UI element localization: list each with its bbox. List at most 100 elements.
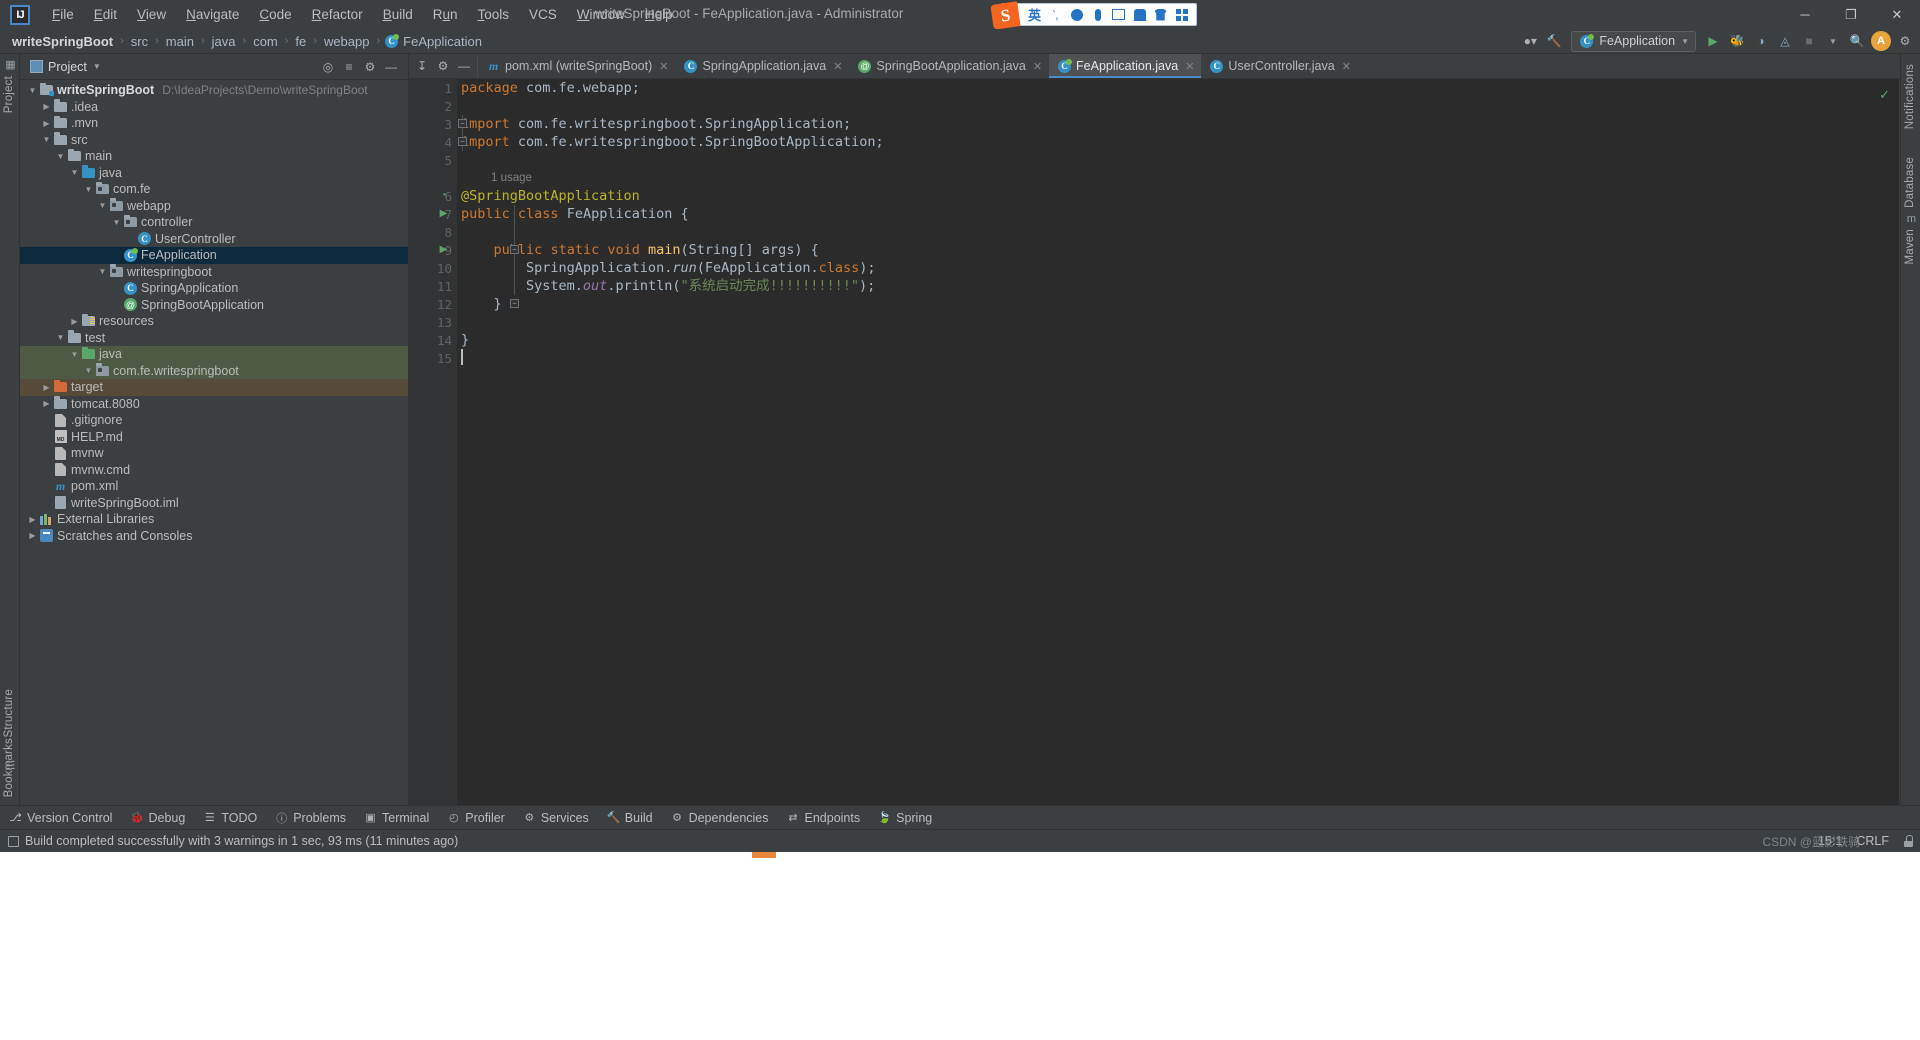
tree-node-mvnw[interactable]: mvnw (20, 445, 408, 462)
breadcrumb-item-feapplication[interactable]: FeApplication (401, 32, 484, 51)
sogou-ime-toolbar[interactable]: S 英 ‵, (990, 1, 1197, 30)
settings-gear-icon[interactable]: ⚙ (1894, 30, 1916, 52)
tree-node-webapp[interactable]: ▼ webapp (20, 198, 408, 215)
tree-node-test[interactable]: ▼ test (20, 330, 408, 347)
editor-tab-springbootapplication-java[interactable]: @ SpringBootApplication.java ✕ (849, 54, 1049, 78)
project-tool-icon[interactable]: ▦ (4, 58, 17, 71)
maximize-button[interactable]: ❐ (1828, 0, 1874, 29)
code-line-1[interactable]: package com.fe.webapp; (461, 79, 640, 97)
ime-voice-input-icon[interactable] (1088, 5, 1107, 24)
menu-tools[interactable]: Tools (468, 3, 520, 26)
bottom-tool-spring[interactable]: 🍃 Spring (869, 806, 941, 830)
code-line-3[interactable]: import com.fe.writespringboot.SpringAppl… (461, 115, 851, 133)
run-configuration-selector[interactable]: C FeApplication ▼ (1571, 30, 1696, 52)
tree-node-main[interactable]: ▼ main (20, 148, 408, 165)
menu-build[interactable]: Build (373, 3, 423, 26)
ime-soft-keyboard-icon[interactable] (1109, 5, 1128, 24)
bottom-tool-build[interactable]: 🔨 Build (598, 806, 662, 830)
code-fold-toggle[interactable]: − (458, 137, 467, 146)
bottom-tool-services[interactable]: ⚙ Services (514, 806, 598, 830)
chevron-right-icon[interactable]: ▶ (40, 399, 53, 408)
tree-node-mvnw-cmd[interactable]: mvnw.cmd (20, 462, 408, 479)
lock-icon[interactable] (1903, 835, 1914, 847)
code-fold-toggle[interactable]: − (510, 245, 519, 254)
code-fold-toggle[interactable]: − (510, 299, 519, 308)
chevron-down-icon[interactable]: ▼ (40, 135, 53, 144)
code-line-6[interactable]: @SpringBootApplication (461, 187, 640, 205)
menu-refactor[interactable]: Refactor (302, 3, 373, 26)
tree-node-tomcat-8080[interactable]: ▶ tomcat.8080 (20, 396, 408, 413)
tool-strip-notifications[interactable]: Notifications (1904, 64, 1916, 129)
stop-button[interactable]: ■ (1798, 30, 1820, 52)
breadcrumb-item-fe[interactable]: fe (293, 32, 308, 51)
tree-node-src[interactable]: ▼ src (20, 132, 408, 149)
code-line-11[interactable]: System.out.println("系统启动完成!!!!!!!!!!"); (461, 277, 875, 295)
breadcrumb-item-writespringboot[interactable]: writeSpringBoot (10, 32, 115, 51)
chevron-down-icon[interactable]: ▼ (54, 333, 67, 342)
code-fold-toggle[interactable]: − (458, 119, 467, 128)
tree-node-com-fe[interactable]: ▼ com.fe (20, 181, 408, 198)
ime-emoji-icon[interactable] (1067, 5, 1086, 24)
tree-node-usercontroller[interactable]: C UserController (20, 231, 408, 248)
close-button[interactable]: ✕ (1874, 0, 1920, 29)
chevron-down-icon[interactable]: ▼ (93, 62, 101, 71)
code-line-7[interactable]: public class FeApplication { (461, 205, 689, 223)
ime-punctuation-button[interactable]: ‵, (1046, 5, 1065, 24)
chevron-right-icon[interactable]: ▶ (40, 383, 53, 392)
hide-tabs-icon[interactable]: — (454, 56, 474, 76)
chevron-down-icon[interactable]: ▼ (82, 185, 95, 194)
menu-file[interactable]: File (42, 3, 84, 26)
bottom-tool-todo[interactable]: ☰ TODO (194, 806, 266, 830)
tool-strip-structure[interactable]: Structure (3, 689, 15, 737)
code-editor[interactable]: 1 usage package com.fe.webapp; import com.… (457, 79, 1900, 805)
chevron-right-icon[interactable]: ▶ (26, 531, 39, 540)
breadcrumb-item-com[interactable]: com (251, 32, 280, 51)
tool-strip-project[interactable]: Project (3, 76, 15, 113)
chevron-right-icon[interactable]: ▶ (68, 317, 81, 326)
tool-strip-database[interactable]: Database (1904, 157, 1916, 208)
tree-node--gitignore[interactable]: .gitignore (20, 412, 408, 429)
chevron-down-icon[interactable]: ▼ (1681, 37, 1689, 46)
select-opened-file-icon[interactable]: ◎ (319, 58, 337, 76)
project-tree[interactable]: ▼ writeSpringBoot D:\IdeaProjects\Demo\wri… (20, 80, 408, 544)
ime-mode-chinese-button[interactable]: 英 (1025, 5, 1044, 24)
menu-view[interactable]: View (127, 3, 176, 26)
sort-tabs-icon[interactable]: ↧ (412, 56, 432, 76)
tree-node-external-libraries[interactable]: ▶ External Libraries (20, 511, 408, 528)
tree-node-scratches-and-consoles[interactable]: ▶ Scratches and Consoles (20, 528, 408, 545)
tree-node-java[interactable]: ▼ java (20, 346, 408, 363)
bottom-tool-dependencies[interactable]: ⚙ Dependencies (662, 806, 778, 830)
ime-toolbox-icon[interactable] (1172, 5, 1191, 24)
tree-node-springapplication[interactable]: C SpringApplication (20, 280, 408, 297)
breadcrumb-item-src[interactable]: src (129, 32, 150, 51)
tree-node-target[interactable]: ▶ target (20, 379, 408, 396)
chevron-down-icon[interactable]: ▼ (82, 366, 95, 375)
chevron-down-icon[interactable]: ▼ (96, 201, 109, 210)
chevron-right-icon[interactable]: ▶ (40, 119, 53, 128)
editor-tab-springapplication-java[interactable]: C SpringApplication.java ✕ (675, 54, 849, 78)
tree-node-writespringboot[interactable]: ▼ writespringboot (20, 264, 408, 281)
tree-node-com-fe-writespringboot[interactable]: ▼ com.fe.writespringboot (20, 362, 408, 379)
bottom-tool-terminal[interactable]: ▣ Terminal (355, 806, 438, 830)
gutter-marker-run-method[interactable]: ▶ (437, 243, 450, 256)
ime-skin-icon[interactable] (1151, 5, 1170, 24)
minimize-button[interactable]: ─ (1782, 0, 1828, 29)
ime-user-center-icon[interactable] (1130, 5, 1149, 24)
menu-navigate[interactable]: Navigate (176, 3, 249, 26)
more-run-options-icon[interactable]: ▼ (1822, 30, 1844, 52)
profiler-button[interactable]: ◬ (1774, 30, 1796, 52)
code-line-14[interactable]: } (461, 331, 469, 349)
gutter-marker-spring-bean[interactable]: ◔ (437, 189, 450, 202)
close-tab-icon[interactable]: ✕ (833, 60, 842, 73)
search-everywhere-icon[interactable]: 🔍 (1846, 30, 1868, 52)
menu-run[interactable]: Run (423, 3, 468, 26)
tree-node-pom-xml[interactable]: m pom.xml (20, 478, 408, 495)
tree-node-resources[interactable]: ▶ resources (20, 313, 408, 330)
menu-edit[interactable]: Edit (84, 3, 127, 26)
editor-tab-feapplication-java[interactable]: C FeApplication.java ✕ (1049, 54, 1202, 78)
editor-tab-usercontroller-java[interactable]: C UserController.java ✕ (1201, 54, 1358, 78)
account-avatar[interactable]: A (1870, 30, 1892, 52)
sogou-logo-icon[interactable]: S (990, 1, 1021, 30)
chevron-down-icon[interactable]: ▼ (96, 267, 109, 276)
code-line-12[interactable]: } (461, 295, 502, 313)
